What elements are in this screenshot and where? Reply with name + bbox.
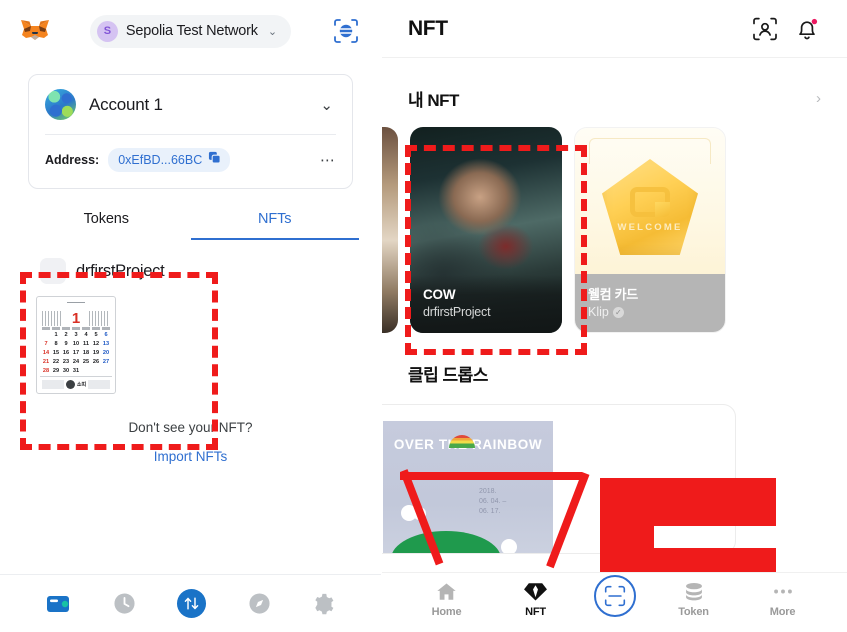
- collection-name: drfirstProject: [76, 261, 165, 280]
- calendar-next-month: [89, 311, 110, 326]
- copy-icon: [208, 151, 221, 169]
- nav-browser[interactable]: [248, 592, 271, 615]
- calendar-header: 1: [40, 304, 112, 326]
- poster-dot: [501, 539, 517, 553]
- poster-dot: [413, 507, 426, 520]
- network-selector[interactable]: S Sepolia Test Network ⌄: [89, 14, 292, 48]
- nav-token-label: Token: [678, 606, 709, 618]
- calendar-prev-month: [42, 311, 63, 326]
- account-name: Account 1: [89, 94, 163, 114]
- nft-grid: 1 123456 7 8 9 10 11 12 13 14 15 16 17 18 19 20 21 22…: [0, 284, 381, 394]
- nft-empty-hint: Don't see your NFT? Import NFTs: [0, 420, 381, 464]
- chevron-down-icon: ⌄: [267, 25, 278, 38]
- calendar-footer: 소띠: [40, 376, 112, 391]
- nft-card-cow[interactable]: COW drfirstProject: [410, 127, 562, 333]
- nft-card-cow-info: COW drfirstProject: [410, 275, 562, 333]
- address-value: 0xEfBD...66BC: [118, 153, 203, 167]
- nav-scan-button[interactable]: [593, 575, 636, 617]
- nft-card-welcome-name: 웰컴 카드: [588, 287, 638, 302]
- nft-card-cow-name: COW: [423, 287, 456, 302]
- screenshot-root: S Sepolia Test Network ⌄ Account 1 ⌄ Add…: [0, 0, 847, 632]
- klip-drops-poster-meta: 2018. 06. 04. –06. 17.: [479, 488, 507, 515]
- my-nft-title: 내 NFT: [408, 91, 459, 110]
- account-selector[interactable]: Account 1 ⌄: [45, 89, 336, 120]
- nft-card-welcome[interactable]: WELCOME 웰컴 카드 Klip ✓: [574, 127, 726, 333]
- nav-token[interactable]: Token: [663, 581, 725, 618]
- address-label: Address:: [45, 153, 100, 167]
- nav-home-label: Home: [431, 606, 462, 618]
- tab-nfts[interactable]: NFTs: [190, 211, 359, 240]
- nft-card-welcome-issuer: Klip: [588, 305, 609, 319]
- bell-icon[interactable]: [793, 15, 821, 43]
- metamask-topbar: S Sepolia Test Network ⌄: [0, 0, 381, 62]
- no-nft-question: Don't see your NFT?: [128, 420, 253, 435]
- metamask-panel: S Sepolia Test Network ⌄ Account 1 ⌄ Add…: [0, 0, 381, 632]
- network-selector-wrap: S Sepolia Test Network ⌄: [60, 14, 321, 48]
- nft-collection-row[interactable]: ⌄ drfirstProject: [0, 240, 381, 284]
- nav-wallet[interactable]: [46, 593, 72, 615]
- qr-scan-icon[interactable]: [331, 16, 361, 46]
- metamask-tabs: Tokens NFTs: [22, 211, 359, 240]
- klip-drops-section-header: 클립 드롭스: [382, 333, 847, 386]
- calendar-nft-thumbnail[interactable]: 1 123456 7 8 9 10 11 12 13 14 15 16 17 18 19 20 21 22…: [36, 296, 116, 394]
- welcome-badge-icon: WELCOME: [602, 159, 698, 255]
- nav-swap[interactable]: [176, 588, 207, 619]
- nav-nft-label: NFT: [525, 606, 546, 618]
- poster-hill-shape: [391, 531, 501, 553]
- collection-thumbnail: [40, 258, 66, 284]
- klip-header: NFT: [382, 0, 847, 57]
- nav-history[interactable]: [113, 592, 136, 615]
- nav-more[interactable]: More: [752, 581, 814, 618]
- klip-g-glyph: [630, 187, 670, 217]
- chevron-down-icon: ⌄: [20, 264, 31, 278]
- chevron-down-icon: ⌄: [320, 96, 333, 114]
- klip-drops-title: 클립 드롭스: [408, 366, 488, 385]
- my-nft-section-header[interactable]: 내 NFT ›: [382, 58, 847, 111]
- nav-home[interactable]: Home: [416, 581, 478, 618]
- account-avatar: [45, 89, 76, 120]
- nft-card-welcome-sub: Klip ✓: [588, 305, 712, 319]
- nft-card-welcome-info: 웰컴 카드 Klip ✓: [575, 274, 725, 332]
- account-options-button[interactable]: ⋯: [320, 151, 336, 169]
- welcome-badge-word: WELCOME: [617, 222, 683, 233]
- verified-badge-icon: ✓: [612, 306, 624, 318]
- nft-card-peek-art: [382, 127, 398, 333]
- network-name: Sepolia Test Network: [125, 23, 258, 39]
- chevron-right-icon[interactable]: ›: [816, 90, 821, 107]
- metamask-bottom-nav: [0, 574, 381, 632]
- page-title: NFT: [408, 16, 448, 40]
- nft-card-peek[interactable]: [382, 127, 398, 333]
- nav-more-label: More: [769, 606, 796, 618]
- calendar-footer-text: 소띠: [76, 381, 87, 388]
- klip-panel: NFT 내 NFT › COW drfirstProject WELCOME 웰…: [382, 0, 847, 632]
- klip-drops-card[interactable]: OVER THE RAINBOW 2018.06. 04. –06. 17.: [382, 404, 736, 554]
- account-card: Account 1 ⌄ Address: 0xEfBD...66BC ⋯: [28, 74, 353, 189]
- import-nfts-link[interactable]: Import NFTs: [0, 449, 381, 464]
- profile-scan-icon[interactable]: [751, 15, 779, 43]
- account-divider: [45, 134, 336, 135]
- calendar-dates: 123456 7 8 9 10 11 12 13 14 15 16 17 18 19 20 21 22 23…: [42, 332, 110, 374]
- network-avatar: S: [96, 20, 118, 42]
- calendar-month: 1: [71, 310, 81, 327]
- nav-settings[interactable]: [312, 592, 335, 615]
- tab-tokens[interactable]: Tokens: [22, 211, 191, 240]
- my-nft-card-rail: COW drfirstProject WELCOME 웰컴 카드 Klip ✓: [382, 111, 847, 333]
- nft-card-welcome-art: WELCOME: [575, 128, 725, 276]
- metamask-fox-icon[interactable]: [20, 18, 50, 44]
- klip-bottom-nav: Home NFT Token More: [382, 572, 847, 632]
- address-copy-button[interactable]: 0xEfBD...66BC: [108, 148, 231, 172]
- nft-card-cow-sub: drfirstProject: [423, 305, 491, 319]
- nav-nft[interactable]: NFT: [505, 581, 567, 618]
- address-row: Address: 0xEfBD...66BC ⋯: [45, 148, 336, 172]
- klip-drops-poster: OVER THE RAINBOW 2018.06. 04. –06. 17.: [383, 421, 553, 553]
